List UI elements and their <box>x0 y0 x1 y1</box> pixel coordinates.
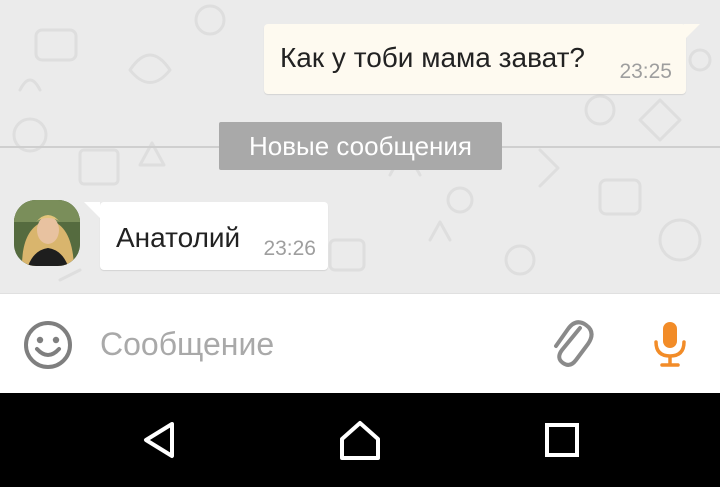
microphone-button[interactable] <box>652 320 688 370</box>
avatar-photo <box>14 200 80 266</box>
chat-screen: Как у тоби мама зават? 23:25 Новые сообщ… <box>0 0 720 487</box>
back-button[interactable] <box>136 417 182 463</box>
chat-history[interactable]: Как у тоби мама зават? 23:25 Новые сообщ… <box>0 0 720 293</box>
microphone-icon <box>654 322 686 367</box>
avatar[interactable] <box>14 200 80 266</box>
navigation-bar <box>0 393 720 487</box>
smiley-icon <box>24 321 72 369</box>
home-button[interactable] <box>337 417 383 463</box>
new-messages-badge: Новые сообщения <box>219 122 502 170</box>
emoji-button[interactable] <box>22 319 74 371</box>
back-icon <box>144 422 174 458</box>
message-time: 23:25 <box>619 60 672 83</box>
home-icon <box>340 421 380 460</box>
message-text: Анатолий <box>116 222 241 253</box>
message-input[interactable] <box>90 314 520 374</box>
attach-button[interactable] <box>548 316 594 372</box>
paperclip-icon <box>554 320 594 367</box>
message-time: 23:26 <box>263 237 316 260</box>
recents-button[interactable] <box>539 417 585 463</box>
outgoing-message[interactable]: Как у тоби мама зават? 23:25 <box>264 24 700 94</box>
message-text: Как у тоби мама зават? <box>280 42 585 73</box>
recents-icon <box>545 423 579 457</box>
message-input-bar <box>0 293 720 393</box>
incoming-message[interactable]: Анатолий 23:26 <box>84 202 328 270</box>
